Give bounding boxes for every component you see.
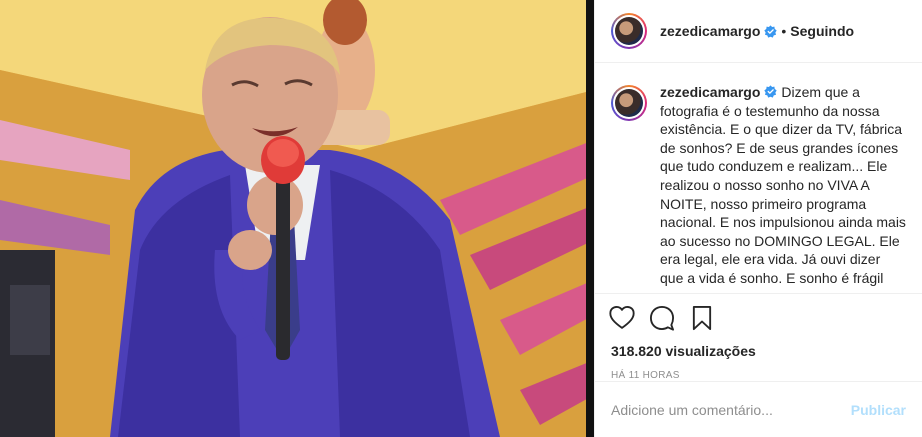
action-bar xyxy=(595,294,922,346)
heart-icon[interactable] xyxy=(608,304,636,332)
post-timestamp[interactable]: HÁ 11 HORAS xyxy=(595,370,922,381)
post-video[interactable] xyxy=(0,0,594,437)
post-header: zezedicamargo • Seguindo xyxy=(595,0,922,63)
caption-section: zezedicamargo Dizem que a fotografia é o… xyxy=(595,63,922,294)
verified-badge-icon xyxy=(764,85,778,98)
caption-text-block: zezedicamargo Dizem que a fotografia é o… xyxy=(660,83,906,293)
publish-button[interactable]: Publicar xyxy=(851,402,906,418)
video-frame-illustration xyxy=(0,0,594,437)
comment-input[interactable] xyxy=(611,401,851,418)
caption-body: Dizem que a fotografia é o testemunho da… xyxy=(660,84,906,286)
verified-badge-icon xyxy=(764,24,778,38)
comment-bubble-icon[interactable] xyxy=(648,304,676,332)
caption-avatar[interactable] xyxy=(611,85,647,121)
comment-form: Publicar xyxy=(595,381,922,437)
post-sidebar: zezedicamargo • Seguindo zezedicamargo D… xyxy=(594,0,922,437)
avatar[interactable] xyxy=(611,13,647,49)
header-username[interactable]: zezedicamargo xyxy=(660,23,760,39)
header-separator: • xyxy=(781,23,787,39)
view-count[interactable]: 318.820 visualizações xyxy=(595,343,922,359)
following-button[interactable]: Seguindo xyxy=(790,23,854,39)
caption-username[interactable]: zezedicamargo xyxy=(660,84,760,100)
bookmark-icon[interactable] xyxy=(688,304,716,332)
